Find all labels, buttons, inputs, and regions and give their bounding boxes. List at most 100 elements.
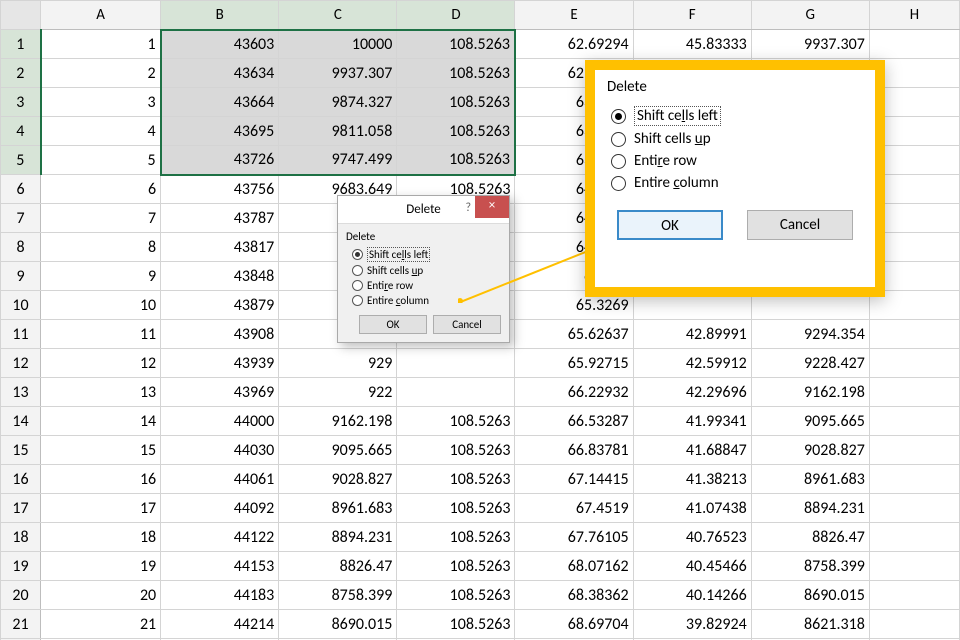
cell[interactable]: 43603 — [161, 30, 279, 59]
row-header[interactable]: 12 — [1, 349, 41, 378]
cell[interactable] — [397, 349, 515, 378]
cell[interactable]: 43969 — [161, 378, 279, 407]
cell[interactable]: 40.14266 — [633, 581, 751, 610]
cell[interactable]: 11 — [41, 320, 161, 349]
cell[interactable]: 9874.327 — [279, 88, 397, 117]
cell[interactable]: 68.38362 — [515, 581, 633, 610]
cell[interactable]: 108.5263 — [397, 88, 515, 117]
cell[interactable]: 41.38213 — [633, 465, 751, 494]
column-header-F[interactable]: F — [633, 1, 751, 30]
cell[interactable]: 65.92715 — [515, 349, 633, 378]
cell[interactable]: 44092 — [161, 494, 279, 523]
column-header-C[interactable]: C — [279, 1, 397, 30]
cell[interactable]: 44183 — [161, 581, 279, 610]
cell[interactable]: 9095.665 — [751, 407, 869, 436]
cell[interactable]: 45.83333 — [633, 30, 751, 59]
cell[interactable]: 9228.427 — [751, 349, 869, 378]
column-header-D[interactable]: D — [397, 1, 515, 30]
cell[interactable]: 43634 — [161, 59, 279, 88]
row-header[interactable]: 13 — [1, 378, 41, 407]
radio-option[interactable]: Shift cells left — [352, 247, 501, 262]
cell[interactable]: 108.5263 — [397, 552, 515, 581]
cell[interactable]: 65.62637 — [515, 320, 633, 349]
cell[interactable] — [869, 320, 959, 349]
zoom-radio-option[interactable]: Shift cells left — [611, 106, 863, 126]
cell[interactable]: 44122 — [161, 523, 279, 552]
zoom-ok-button[interactable]: OK — [617, 210, 723, 240]
column-header-E[interactable]: E — [515, 1, 633, 30]
cell[interactable]: 43848 — [161, 262, 279, 291]
row-header[interactable]: 6 — [1, 175, 41, 204]
close-icon[interactable]: × — [475, 196, 509, 218]
cell[interactable] — [869, 581, 959, 610]
row-header[interactable]: 21 — [1, 610, 41, 639]
cell[interactable] — [397, 378, 515, 407]
cell[interactable]: 3 — [41, 88, 161, 117]
radio-option[interactable]: Entire column — [352, 294, 501, 307]
cell[interactable]: 8961.683 — [751, 465, 869, 494]
radio-option[interactable]: Shift cells up — [352, 264, 501, 277]
cell[interactable]: 9937.307 — [751, 30, 869, 59]
row-header[interactable]: 5 — [1, 146, 41, 175]
cell[interactable]: 8 — [41, 233, 161, 262]
row-header[interactable]: 4 — [1, 117, 41, 146]
cell[interactable]: 20 — [41, 581, 161, 610]
cancel-button[interactable]: Cancel — [433, 315, 501, 334]
cell[interactable] — [869, 465, 959, 494]
cell[interactable]: 5 — [41, 146, 161, 175]
cell[interactable]: 44153 — [161, 552, 279, 581]
cell[interactable]: 68.69704 — [515, 610, 633, 639]
cell[interactable]: 8894.231 — [751, 494, 869, 523]
cell[interactable] — [869, 436, 959, 465]
column-header-G[interactable]: G — [751, 1, 869, 30]
cell[interactable]: 8690.015 — [279, 610, 397, 639]
zoom-radio-option[interactable]: Entire row — [611, 152, 863, 170]
column-header-B[interactable]: B — [161, 1, 279, 30]
cell[interactable]: 8758.399 — [751, 552, 869, 581]
cell[interactable]: 18 — [41, 523, 161, 552]
cell[interactable]: 67.4519 — [515, 494, 633, 523]
cell[interactable]: 7 — [41, 204, 161, 233]
cell[interactable]: 9162.198 — [751, 378, 869, 407]
cell[interactable]: 8826.47 — [279, 552, 397, 581]
cell[interactable]: 14 — [41, 407, 161, 436]
cell[interactable]: 108.5263 — [397, 610, 515, 639]
cell[interactable] — [869, 407, 959, 436]
cell[interactable]: 39.82924 — [633, 610, 751, 639]
help-icon[interactable]: ? — [465, 201, 471, 215]
row-header[interactable]: 14 — [1, 407, 41, 436]
cell[interactable]: 43817 — [161, 233, 279, 262]
select-all-corner[interactable] — [1, 1, 41, 30]
cell[interactable]: 67.76105 — [515, 523, 633, 552]
row-header[interactable]: 20 — [1, 581, 41, 610]
cell[interactable]: 12 — [41, 349, 161, 378]
cell[interactable]: 17 — [41, 494, 161, 523]
cell[interactable] — [869, 523, 959, 552]
cell[interactable]: 8690.015 — [751, 581, 869, 610]
cell[interactable]: 108.5263 — [397, 436, 515, 465]
cell[interactable]: 8826.47 — [751, 523, 869, 552]
row-header[interactable]: 1 — [1, 30, 41, 59]
row-header[interactable]: 19 — [1, 552, 41, 581]
row-header[interactable]: 11 — [1, 320, 41, 349]
cell[interactable]: 41.07438 — [633, 494, 751, 523]
cell[interactable]: 43787 — [161, 204, 279, 233]
cell[interactable]: 108.5263 — [397, 59, 515, 88]
row-header[interactable]: 15 — [1, 436, 41, 465]
cell[interactable]: 40.45466 — [633, 552, 751, 581]
cell[interactable]: 9747.499 — [279, 146, 397, 175]
cell[interactable] — [869, 494, 959, 523]
cell[interactable]: 43879 — [161, 291, 279, 320]
cell[interactable]: 9028.827 — [751, 436, 869, 465]
cell[interactable]: 43908 — [161, 320, 279, 349]
cell[interactable]: 42.89991 — [633, 320, 751, 349]
cell[interactable]: 108.5263 — [397, 494, 515, 523]
cell[interactable]: 922 — [279, 378, 397, 407]
cell[interactable]: 9 — [41, 262, 161, 291]
cell[interactable]: 108.5263 — [397, 581, 515, 610]
row-header[interactable]: 3 — [1, 88, 41, 117]
cell[interactable]: 108.5263 — [397, 523, 515, 552]
cell[interactable]: 43726 — [161, 146, 279, 175]
radio-option[interactable]: Entire row — [352, 279, 501, 292]
cell[interactable]: 9294.354 — [751, 320, 869, 349]
